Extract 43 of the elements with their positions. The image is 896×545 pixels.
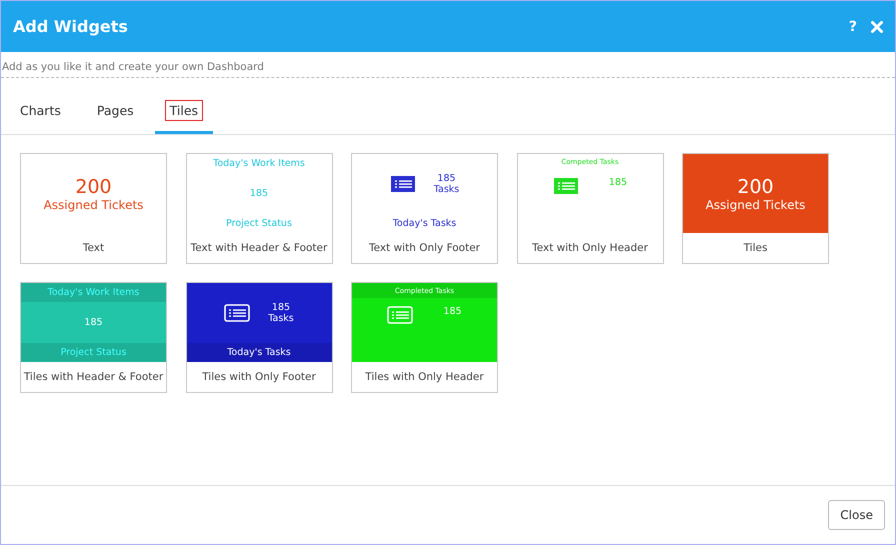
close-icon[interactable]	[871, 20, 883, 32]
tile-value: 185	[437, 173, 456, 184]
widget-label: Tiles with Header & Footer	[24, 371, 164, 383]
tile-value: 185	[84, 317, 103, 328]
widget-card[interactable]: 185 Tasks Today's Tasks Tiles with Only Footer	[186, 282, 332, 393]
widget-card[interactable]: Today's Work Items 185 Project Status Tiles with Header & Footer	[20, 282, 167, 393]
tile-value: 185	[443, 306, 462, 317]
widget-label: Text with Only Header	[532, 242, 648, 254]
widget-label: Tiles	[744, 242, 768, 254]
widget-card[interactable]: Today's Work Items 185 Project Status Text with Header & Footer	[186, 153, 332, 264]
list-icon	[224, 304, 250, 322]
close-button[interactable]: Close	[828, 500, 885, 530]
tile-caption: Assigned Tickets	[44, 198, 144, 212]
tile-caption: Tasks	[268, 313, 294, 324]
widget-label: Tiles with Only Header	[365, 371, 484, 383]
tile-footer: Today's Tasks	[352, 214, 497, 233]
tile-caption: Tasks	[434, 184, 460, 195]
tile-footer: Project Status	[21, 343, 166, 362]
tile-value: 200	[737, 176, 774, 198]
widget-label: Tiles with Only Footer	[202, 371, 316, 383]
widget-label: Text	[82, 242, 104, 254]
tile-value: 185	[250, 188, 268, 199]
tile-header: Today's Work Items	[21, 283, 166, 302]
list-icon	[552, 177, 579, 195]
list-icon	[390, 175, 416, 193]
widget-card[interactable]: 200 Assigned Tickets Tiles	[682, 153, 829, 264]
tile-value: 185	[272, 302, 290, 313]
tile-caption: Assigned Tickets	[706, 198, 806, 212]
list-icon	[387, 306, 414, 324]
tile-value: 185	[608, 177, 628, 188]
tile-value: 200	[75, 176, 112, 198]
widget-label: Text with Header & Footer	[190, 242, 328, 254]
subtitle: Add as you like it and create your own Dashboard	[2, 61, 264, 73]
widget-card[interactable]: 200 Assigned Tickets Text	[20, 153, 167, 264]
widget-label: Text with Only Footer	[369, 242, 480, 254]
tile-footer: Project Status	[186, 214, 332, 233]
tile-footer: Today's Tasks	[186, 343, 332, 362]
tile-header: Today's Work Items	[212, 157, 306, 171]
tab[interactable]: Charts	[5, 96, 76, 134]
widget-card[interactable]: 185 Tasks Today's Tasks Text with Only Footer	[351, 153, 498, 264]
tab[interactable]: Tiles	[154, 96, 214, 134]
window-title: Add Widgets	[13, 17, 129, 36]
tab[interactable]: Pages	[82, 96, 149, 134]
